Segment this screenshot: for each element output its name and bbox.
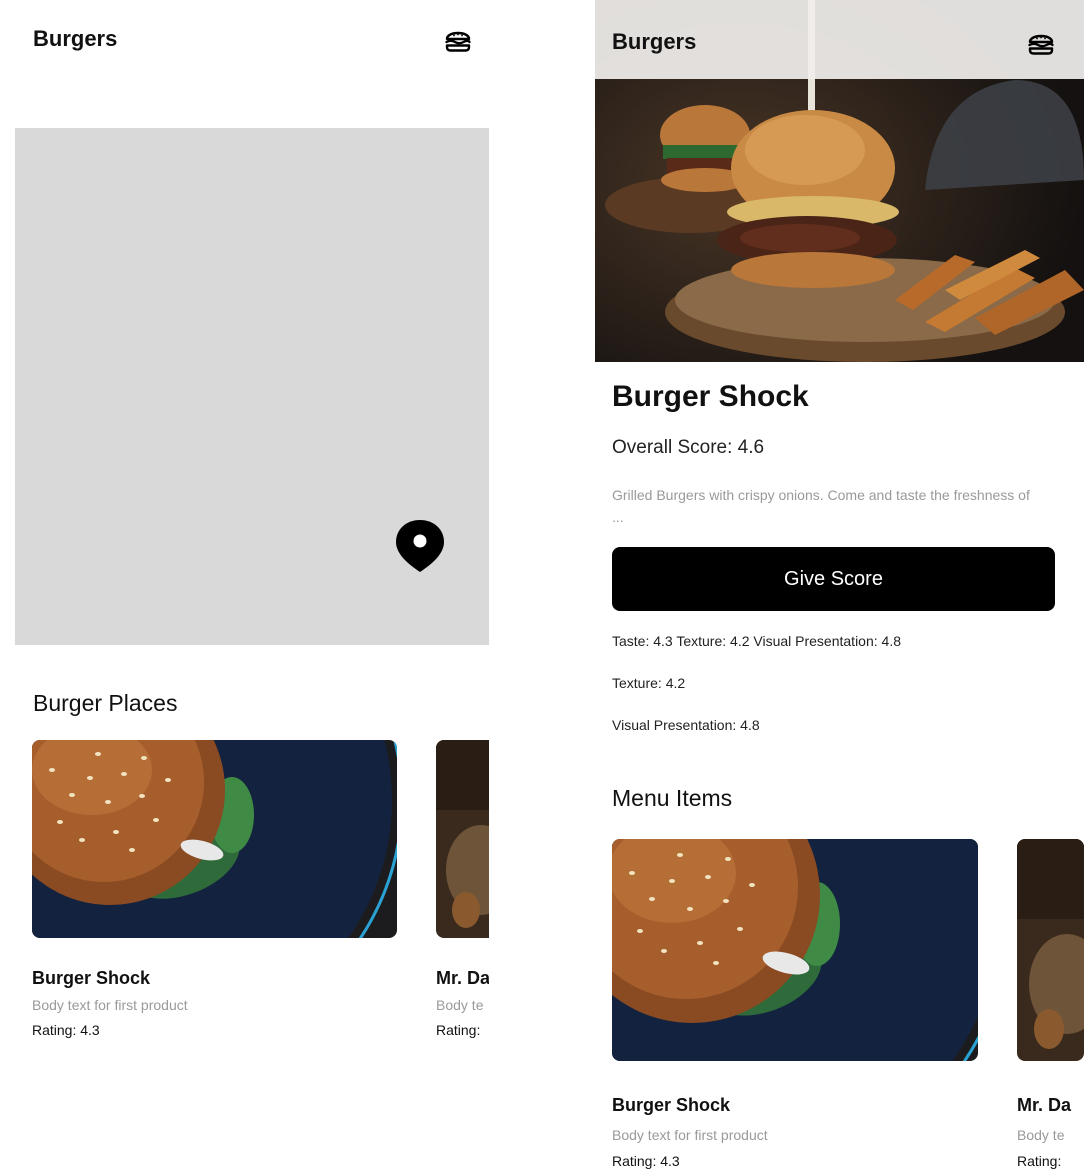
burger-map-screen: Burgers Burger Places Burger Shock Body … <box>15 0 489 1173</box>
overall-score: Overall Score: 4.6 <box>612 437 765 458</box>
hamburger-icon[interactable] <box>444 26 472 54</box>
give-score-button[interactable]: Give Score <box>612 547 1055 611</box>
restaurant-name: Burger Shock <box>612 380 809 413</box>
place-card-rating: Rating: 4.3 <box>32 1022 100 1038</box>
place-card-image <box>32 740 397 938</box>
app-title: Burgers <box>33 26 118 51</box>
menu-item-image <box>612 839 978 1061</box>
app-title: Burgers <box>612 29 697 54</box>
menu-item-body: Body te <box>1017 1127 1065 1143</box>
hamburger-icon[interactable] <box>1027 29 1055 57</box>
menu-item-rating: Rating: 4.3 <box>612 1153 680 1169</box>
menu-item-card[interactable]: Mr. Da Body te Rating: <box>1017 839 1084 1173</box>
place-card-body: Body te <box>436 997 484 1013</box>
menu-item-image <box>1017 839 1084 1061</box>
visual-presentation-score: Visual Presentation: 4.8 <box>612 717 760 733</box>
restaurant-description: Grilled Burgers with crispy onions. Come… <box>612 487 1030 525</box>
map-pin-icon[interactable] <box>394 518 446 574</box>
place-card-body: Body text for first product <box>32 997 188 1013</box>
place-card[interactable]: Mr. Da Body te Rating: <box>436 740 489 1040</box>
place-card-title: Burger Shock <box>32 968 151 988</box>
section-heading-burger-places: Burger Places <box>33 690 178 716</box>
menu-item-card[interactable]: Burger Shock Body text for first product… <box>612 839 978 1173</box>
section-heading-menu-items: Menu Items <box>612 785 733 811</box>
restaurant-detail-screen: Burgers Burger Shock Overall Score: 4.6 … <box>595 0 1084 1173</box>
place-card-rating: Rating: <box>436 1022 481 1038</box>
place-card-image <box>436 740 489 938</box>
texture-score: Texture: 4.2 <box>612 675 686 691</box>
menu-item-title: Mr. Da <box>1017 1095 1072 1115</box>
menu-item-title: Burger Shock <box>612 1095 731 1115</box>
menu-item-body: Body text for first product <box>612 1127 768 1143</box>
menu-item-rating: Rating: <box>1017 1153 1062 1169</box>
place-card-title: Mr. Da <box>436 968 489 988</box>
scores-summary: Taste: 4.3 Texture: 4.2 Visual Presentat… <box>612 633 901 649</box>
place-card[interactable]: Burger Shock Body text for first product… <box>32 740 397 1040</box>
